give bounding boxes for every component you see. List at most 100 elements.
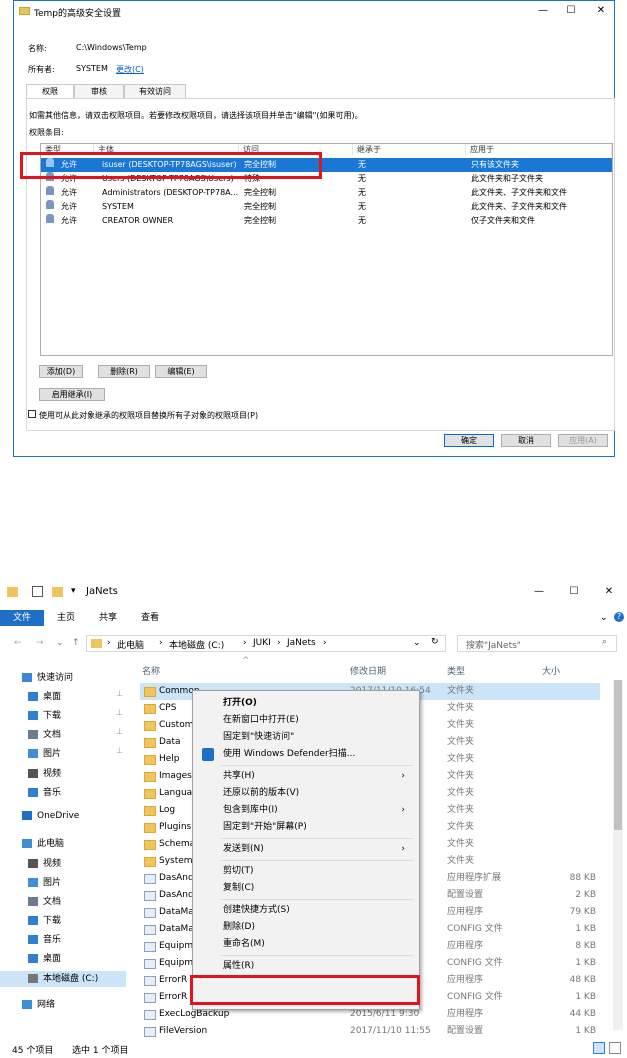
- menu-item-label: 发送到(N): [223, 844, 264, 854]
- replace-child-label: 使用可从此对象继承的权限项目替换所有子对象的权限项目(P): [39, 411, 259, 420]
- tab-auditing[interactable]: 审核: [74, 84, 124, 99]
- menu-separator: [221, 955, 413, 956]
- context-menu-item[interactable]: 使用 Windows Defender扫描...: [193, 746, 415, 763]
- menu-item-label: 包含到库中(I): [223, 805, 278, 815]
- user-icon: [46, 214, 54, 223]
- menu-separator: [221, 899, 413, 900]
- cancel-button[interactable]: 取消: [501, 434, 551, 447]
- menu-item-label: 创建快捷方式(S): [223, 905, 290, 915]
- file-type: 文件夹: [447, 822, 475, 832]
- file-type: 文件夹: [447, 737, 475, 747]
- folder-icon: [144, 789, 156, 799]
- row-applies-to: 只有该文件夹: [471, 160, 519, 169]
- menu-separator: [221, 838, 413, 839]
- owner-value: SYSTEM: [76, 64, 108, 73]
- dialog-title: Temp的高级安全设置: [34, 9, 121, 19]
- context-menu-item[interactable]: 固定到"快速访问": [193, 729, 415, 746]
- menu-item-label: 固定到"快速访问": [223, 732, 295, 742]
- change-owner-link[interactable]: 更改(C): [116, 64, 144, 75]
- context-menu-item[interactable]: 创建快捷方式(S): [193, 902, 415, 919]
- ok-button[interactable]: 确定: [444, 434, 494, 447]
- submenu-arrow-icon: ›: [401, 805, 405, 815]
- status-item-count: 45 个项目: [12, 1046, 54, 1056]
- menu-item-label: 共享(H): [223, 771, 255, 781]
- row-applies-to: 此文件夹和子文件夹: [471, 174, 543, 183]
- user-icon: [46, 186, 54, 195]
- permission-row[interactable]: 允许 Administrators (DESKTOP-TP78A... 完全控制 无 此…: [41, 186, 612, 200]
- info-text: 如需其他信息，请双击权限项目。若要修改权限项目，请选择该项目并单击"编辑"(如果…: [29, 111, 363, 120]
- highlight-selected-entry: [20, 152, 322, 179]
- file-name: Log: [159, 805, 176, 815]
- context-menu-item[interactable]: 在新窗口中打开(E): [193, 712, 415, 729]
- maximize-icon[interactable]: ☐: [564, 5, 578, 17]
- file-name: Langua: [159, 788, 193, 798]
- file-type: 文件夹: [447, 703, 475, 713]
- menu-item-label: 属性(R): [223, 961, 255, 971]
- context-menu-item[interactable]: 包含到库中(I) ›: [193, 802, 415, 819]
- remove-button[interactable]: 删除(R): [98, 365, 150, 378]
- file-name: Schema: [159, 839, 196, 849]
- row-applies-to: 仅子文件夹和文件: [471, 216, 535, 225]
- file-type: 文件夹: [447, 839, 475, 849]
- tab-permissions[interactable]: 权限: [26, 84, 74, 99]
- file-type: 文件夹: [447, 720, 475, 730]
- context-menu-item[interactable]: 删除(D): [193, 919, 415, 936]
- row-applies-to: 此文件夹、子文件夹和文件: [471, 202, 567, 211]
- permission-row[interactable]: 允许 SYSTEM 完全控制 无 此文件夹、子文件夹和文件: [41, 200, 612, 214]
- name-label: 名称:: [28, 44, 47, 53]
- row-inherited-from: 无: [358, 174, 366, 183]
- folder-icon: [144, 704, 156, 714]
- folder-icon: [19, 7, 30, 15]
- file-name: Images: [159, 771, 192, 781]
- row-inherited-from: 无: [358, 202, 366, 211]
- col-applies-to[interactable]: 应用于: [466, 144, 612, 156]
- file-type: 文件夹: [447, 771, 475, 781]
- file-name: CPS: [159, 703, 177, 713]
- file-type: 文件夹: [447, 805, 475, 815]
- permission-row[interactable]: 允许 CREATOR OWNER 完全控制 无 仅子文件夹和文件: [41, 214, 612, 228]
- context-menu-item[interactable]: 共享(H) ›: [193, 768, 415, 785]
- context-menu-item[interactable]: 发送到(N) ›: [193, 841, 415, 858]
- context-menu-item[interactable]: 打开(O): [193, 695, 415, 712]
- enable-inheritance-button[interactable]: 启用继承(I): [39, 388, 105, 401]
- submenu-arrow-icon: ›: [401, 771, 405, 781]
- scrollbar-thumb[interactable]: [614, 680, 622, 830]
- row-type: 允许: [61, 216, 77, 225]
- menu-item-label: 重命名(M): [223, 939, 265, 949]
- edit-button[interactable]: 编辑(E): [155, 365, 207, 378]
- file-name: Plugins: [159, 822, 192, 832]
- details-view-icon[interactable]: [593, 1042, 605, 1054]
- folder-icon: [144, 738, 156, 748]
- minimize-icon[interactable]: —: [536, 5, 550, 17]
- tab-effective-access[interactable]: 有效访问: [124, 84, 186, 99]
- context-menu-item[interactable]: 剪切(T): [193, 863, 415, 880]
- row-applies-to: 此文件夹、子文件夹和文件: [471, 188, 567, 197]
- apply-button[interactable]: 应用(A): [558, 434, 608, 447]
- row-inherited-from: 无: [358, 216, 366, 225]
- status-selected-count: 选中 1 个项目: [72, 1046, 129, 1056]
- add-button[interactable]: 添加(D): [39, 365, 83, 378]
- large-icons-view-icon[interactable]: [609, 1042, 621, 1054]
- replace-child-checkbox[interactable]: [28, 410, 36, 418]
- folder-icon: [144, 687, 156, 697]
- close-icon[interactable]: ✕: [594, 5, 608, 17]
- highlight-properties: [190, 975, 420, 1005]
- context-menu-item[interactable]: 固定到"开始"屏幕(P): [193, 819, 415, 836]
- menu-item-label: 打开(O): [223, 698, 257, 708]
- col-inherited-from[interactable]: 继承于: [353, 144, 466, 156]
- context-menu-item[interactable]: 重命名(M): [193, 936, 415, 953]
- owner-label: 所有者:: [28, 65, 55, 74]
- row-access: 完全控制: [244, 202, 276, 211]
- row-access: 完全控制: [244, 216, 276, 225]
- context-menu-item[interactable]: 属性(R): [193, 958, 415, 975]
- menu-separator: [221, 860, 413, 861]
- context-menu-item[interactable]: 还原以前的版本(V): [193, 785, 415, 802]
- menu-item-label: 剪切(T): [223, 866, 254, 876]
- menu-separator: [221, 765, 413, 766]
- context-menu-item[interactable]: 复制(C): [193, 880, 415, 897]
- row-type: 允许: [61, 188, 77, 197]
- file-type: 文件夹: [447, 686, 475, 696]
- permissions-panel: 如需其他信息，请双击权限项目。若要修改权限项目，请选择该项目并单击"编辑"(如果…: [26, 98, 615, 431]
- row-inherited-from: 无: [358, 188, 366, 197]
- vertical-scrollbar[interactable]: [613, 680, 623, 1030]
